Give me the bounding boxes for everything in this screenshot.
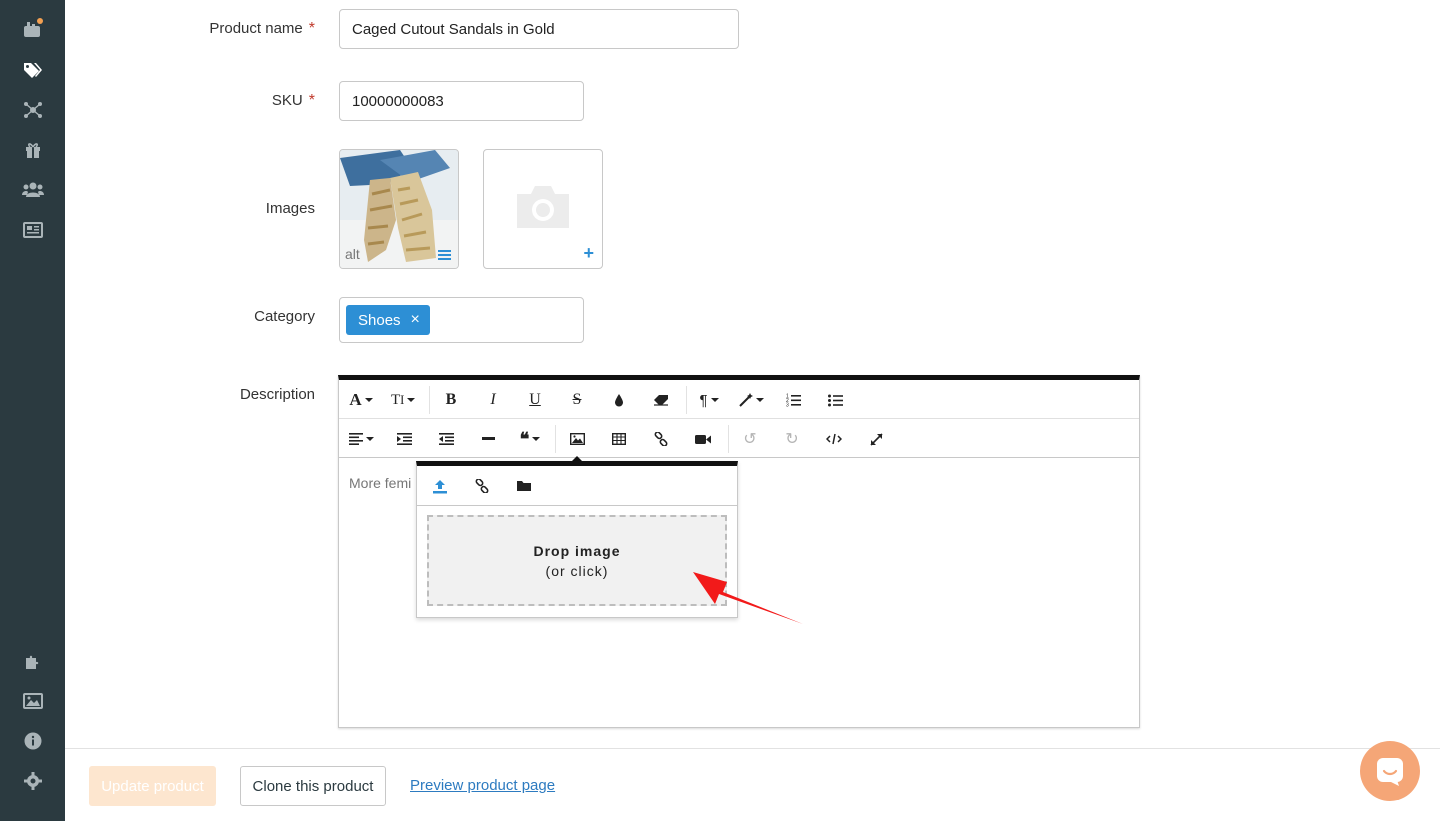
add-image-button[interactable]: + [483,149,603,269]
preview-product-link[interactable]: Preview product page [410,777,555,794]
tags-icon[interactable] [21,58,45,82]
product-name-input[interactable]: Caged Cutout Sandals in Gold [339,9,739,49]
footer-bar: Update product Clone this product Previe… [65,748,1440,821]
description-label: Description [239,386,315,403]
upload-icon[interactable] [428,475,452,497]
folder-icon[interactable] [512,475,536,497]
product-image-thumbnail[interactable]: alt [339,149,459,269]
menu-icon[interactable] [438,250,451,260]
svg-text:3: 3 [786,403,789,408]
product-name-label: Product name * [209,20,315,37]
sku-label: SKU * [271,92,315,109]
editor-content[interactable]: More femi [349,475,411,491]
dashboard-icon[interactable] [21,17,45,41]
indent-icon[interactable] [392,427,416,451]
category-tag: Shoes × [346,305,430,335]
fullscreen-icon[interactable] [864,427,888,451]
bold-icon[interactable]: B [439,388,463,412]
color-drop-icon[interactable] [607,388,631,412]
sidebar [0,0,65,821]
editor-toolbar-row-2: ❝ ↺ ↻ [339,419,1139,458]
image-alt-label: alt [345,246,360,262]
editor-toolbar-row-1: A TI B I U S ¶ 123 [339,380,1139,419]
drop-zone-title: Drop image [533,542,621,559]
category-tag-label: Shoes [358,311,401,329]
puzzle-icon[interactable] [21,649,45,673]
gear-icon[interactable] [21,769,45,793]
chat-icon [1377,758,1403,786]
required-mark: * [308,20,315,37]
plus-icon: + [583,243,594,263]
annotation-arrow [693,572,803,624]
product-name-value: Caged Cutout Sandals in Gold [352,20,555,38]
font-style-icon[interactable]: A [349,388,373,412]
italic-icon[interactable]: I [481,388,505,412]
image-drop-zone[interactable]: Drop image (or click) [427,515,727,606]
blockquote-icon[interactable]: ❝ [518,427,542,451]
required-mark: * [308,92,315,109]
link-icon[interactable] [649,427,673,451]
newspaper-icon[interactable] [21,218,45,242]
network-icon[interactable] [21,98,45,122]
horizontal-rule-icon[interactable] [476,427,500,451]
code-view-icon[interactable] [822,427,846,451]
ordered-list-icon[interactable]: 123 [781,388,805,412]
strikethrough-icon[interactable]: S [565,388,589,412]
redo-icon[interactable]: ↻ [780,427,804,451]
category-label: Category [254,308,315,325]
underline-icon[interactable]: U [523,388,547,412]
category-select[interactable]: Shoes × [339,297,584,343]
info-icon[interactable] [21,729,45,753]
url-link-icon[interactable] [470,475,494,497]
images-label: Images [265,200,315,217]
close-icon[interactable]: × [411,312,420,328]
gift-icon[interactable] [21,138,45,162]
outdent-icon[interactable] [434,427,458,451]
image-icon[interactable] [21,689,45,713]
table-icon[interactable] [607,427,631,451]
align-icon[interactable] [349,427,374,451]
video-icon[interactable] [691,427,715,451]
undo-icon[interactable]: ↺ [738,427,762,451]
sku-input[interactable]: 10000000083 [339,81,584,121]
paragraph-icon[interactable]: ¶ [697,388,721,412]
camera-icon [517,186,569,228]
drop-zone-subtitle: (or click) [545,562,609,579]
insert-image-icon[interactable] [565,427,589,451]
notification-dot [37,18,43,24]
clone-product-button[interactable]: Clone this product [240,766,386,806]
magic-style-icon[interactable] [739,388,764,412]
unordered-list-icon[interactable] [823,388,847,412]
popover-tabs [417,466,737,506]
update-product-button[interactable]: Update product [89,766,216,806]
sku-value: 10000000083 [352,92,444,110]
font-size-icon[interactable]: TI [391,388,416,412]
eraser-icon[interactable] [649,388,673,412]
users-icon[interactable] [21,177,45,201]
chat-widget-button[interactable] [1360,741,1420,801]
